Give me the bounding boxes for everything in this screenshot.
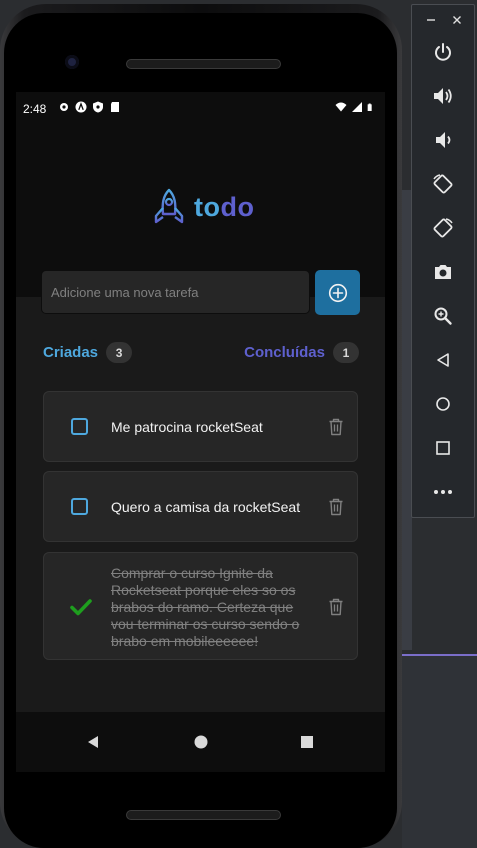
rotate-left-button[interactable] (430, 171, 456, 197)
volume-down-button[interactable] (430, 127, 456, 153)
logo-text-to: to (194, 191, 221, 222)
sd-card-icon (111, 102, 119, 112)
back-icon (437, 353, 449, 367)
status-time: 2:48 (23, 102, 47, 116)
nav-home-button[interactable] (191, 732, 211, 752)
more-button[interactable] (430, 479, 456, 505)
home-icon (194, 735, 208, 749)
back-icon (88, 736, 98, 748)
created-label: Criadas (43, 344, 99, 361)
zoom-icon (434, 307, 452, 325)
ide-panel-lower (402, 655, 477, 848)
wifi-icon (335, 102, 347, 112)
status-bar: 2:48 (16, 92, 385, 126)
android-nav-bar (16, 712, 385, 772)
task-text: Me patrocina rocketSeat (111, 419, 263, 435)
status-icons-left (58, 101, 121, 113)
minimize-icon[interactable] (424, 13, 438, 27)
ide-accent-line (402, 654, 477, 656)
toolbar-window-controls (412, 13, 476, 27)
task-item: Me patrocina rocketSeat (43, 391, 358, 462)
rotate-right-button[interactable] (430, 215, 456, 241)
nav-recents-button[interactable] (297, 732, 317, 752)
task-checkbox[interactable] (71, 418, 88, 435)
volume-up-button[interactable] (430, 83, 456, 109)
screenshot-button[interactable] (430, 259, 456, 285)
phone-screen: 2:48 todo Adicione uma nova tarefa Criad… (16, 92, 385, 772)
emulator-toolbar (411, 4, 475, 518)
done-counter: Concluídas 1 (244, 342, 359, 363)
trash-icon[interactable] (328, 598, 344, 616)
done-count-badge: 1 (333, 342, 359, 363)
shield-icon (93, 101, 103, 113)
power-button[interactable] (430, 39, 456, 65)
check-icon[interactable] (70, 598, 92, 616)
nav-back-button[interactable] (83, 732, 103, 752)
trash-icon[interactable] (328, 418, 344, 436)
done-label: Concluídas (244, 344, 325, 361)
home-icon (436, 397, 450, 411)
rotate-right-icon (433, 218, 453, 238)
more-icon (434, 490, 452, 494)
created-counter: Criadas 3 (43, 342, 133, 363)
trash-icon[interactable] (328, 498, 344, 516)
logo-text-do: do (220, 191, 255, 222)
settings-icon (60, 103, 68, 111)
volume-down-icon (436, 132, 451, 148)
task-item: Comprar o curso Ignite da Rocketseat por… (43, 552, 358, 660)
task-checkbox[interactable] (71, 498, 88, 515)
add-task-button[interactable] (315, 270, 360, 315)
task-text: Quero a camisa da rocketSeat (111, 499, 301, 515)
task-counters: Criadas 3 Concluídas 1 (43, 342, 359, 366)
task-item: Quero a camisa da rocketSeat (43, 471, 358, 542)
desktop: 2:48 todo Adicione uma nova tarefa Criad… (0, 0, 477, 848)
back-button[interactable] (430, 347, 456, 373)
app-logo: todo (152, 188, 254, 226)
home-button[interactable] (430, 391, 456, 417)
battery-icon (367, 103, 372, 111)
overview-button[interactable] (430, 435, 456, 461)
new-task-input[interactable] (41, 270, 310, 314)
rotate-left-icon (433, 174, 453, 194)
camera-icon (435, 265, 451, 279)
earpiece-speaker (126, 59, 281, 69)
zoom-button[interactable] (430, 303, 456, 329)
a-badge-icon (75, 101, 87, 113)
front-camera (65, 55, 79, 69)
plus-circle-icon (328, 283, 347, 302)
logo-text: todo (194, 192, 254, 223)
task-text: Comprar o curso Ignite da Rocketseat por… (111, 565, 300, 649)
volume-up-icon (434, 88, 452, 104)
recents-icon (301, 736, 313, 748)
power-icon (435, 43, 451, 61)
status-icons-right (335, 101, 375, 113)
bottom-speaker (126, 810, 281, 820)
close-icon[interactable] (450, 13, 464, 27)
signal-icon (352, 102, 362, 112)
created-count-badge: 3 (106, 342, 133, 363)
new-task-row (41, 270, 361, 315)
rocket-icon (154, 188, 184, 225)
overview-icon (436, 441, 450, 455)
